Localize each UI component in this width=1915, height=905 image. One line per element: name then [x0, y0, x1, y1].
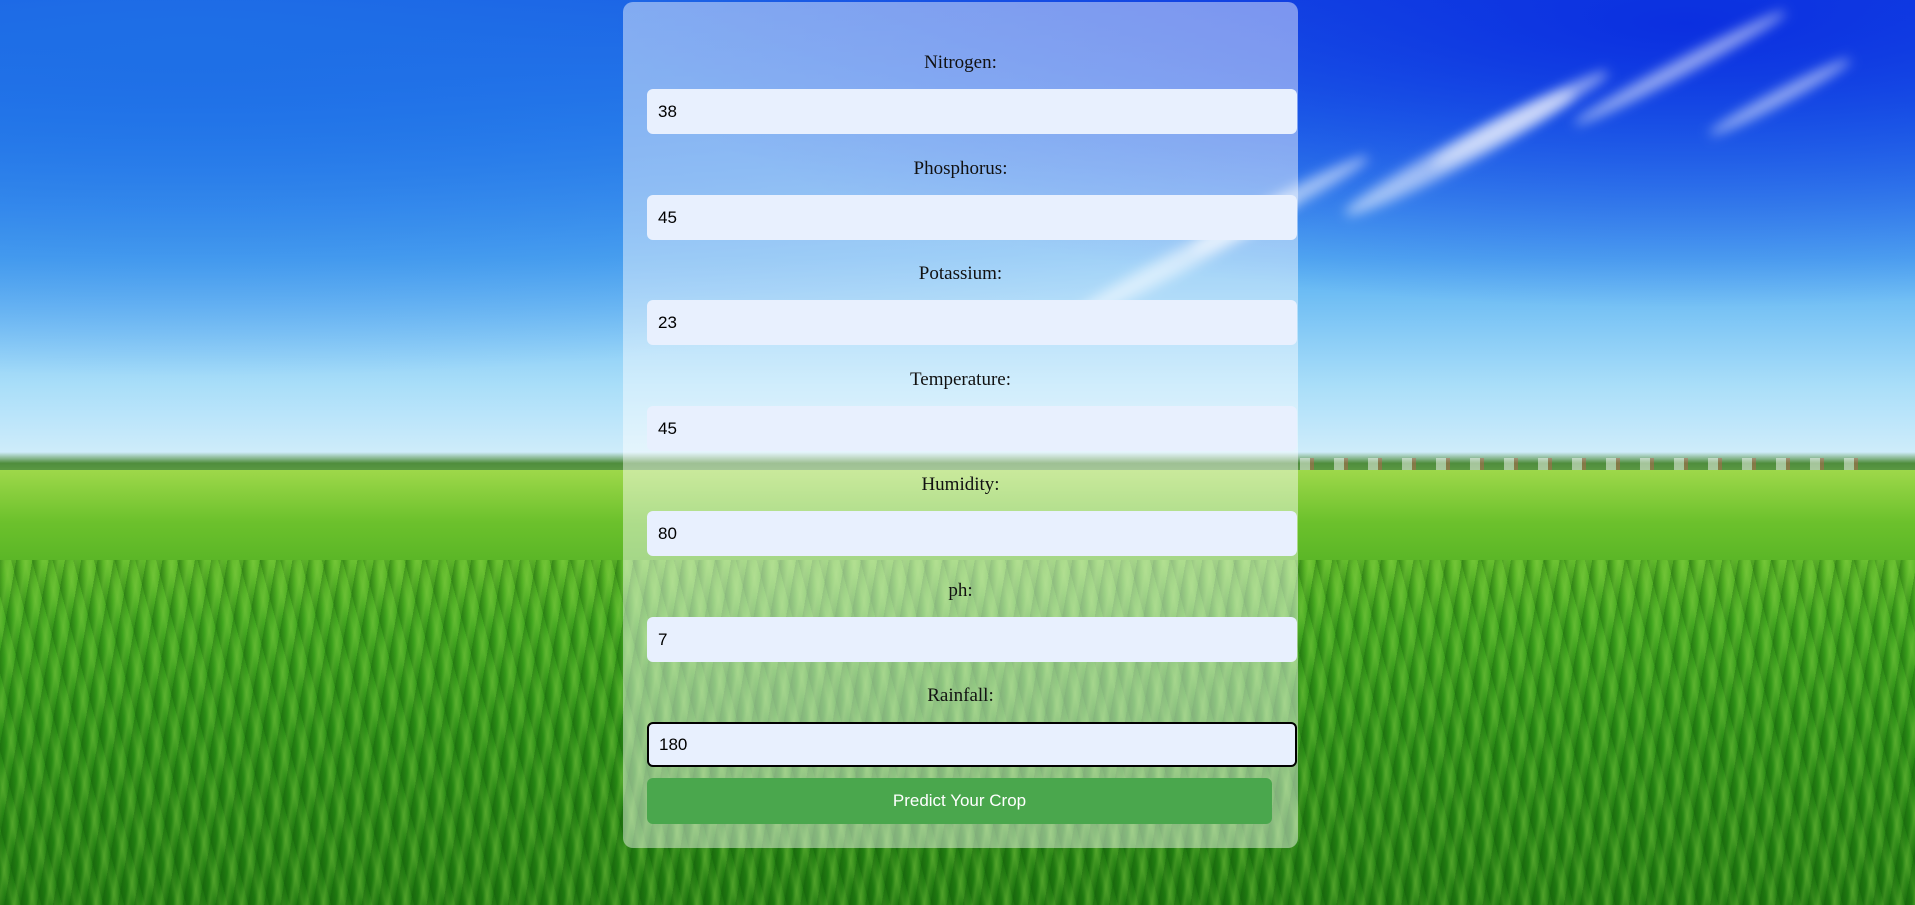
nitrogen-input[interactable]	[647, 89, 1297, 134]
nitrogen-label: Nitrogen:	[924, 52, 997, 73]
potassium-label: Potassium:	[918, 263, 1003, 284]
humidity-label: Humidity:	[921, 474, 1000, 495]
ph-label: ph:	[948, 580, 973, 601]
phosphorus-label: Phosphorus:	[913, 158, 1008, 179]
phosphorus-input[interactable]	[647, 195, 1297, 240]
ph-input[interactable]	[647, 617, 1297, 662]
temperature-input[interactable]	[647, 406, 1297, 451]
temperature-label: Temperature:	[909, 369, 1011, 390]
humidity-input[interactable]	[647, 511, 1297, 556]
potassium-input[interactable]	[647, 300, 1297, 345]
rainfall-label: Rainfall:	[927, 685, 994, 706]
predict-crop-button[interactable]: Predict Your Crop	[647, 778, 1272, 824]
crop-form-card: Nitrogen: Phosphorus: Potassium: Tempera…	[623, 2, 1298, 848]
rainfall-input[interactable]	[647, 722, 1297, 767]
